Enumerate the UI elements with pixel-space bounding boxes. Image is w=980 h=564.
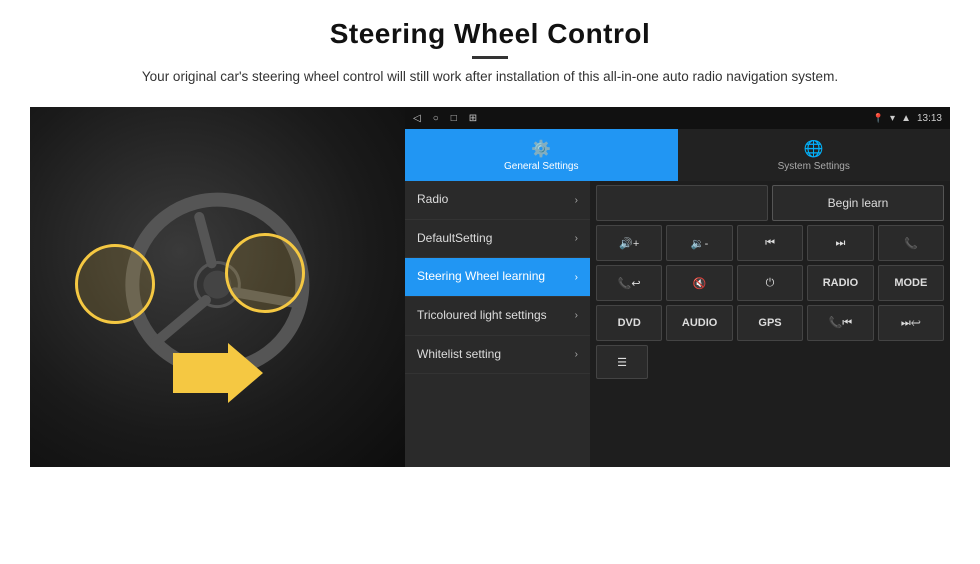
- tab-bar: ⚙️ General Settings 🌐 System Settings: [405, 129, 950, 181]
- wifi-icon: ▾: [890, 113, 895, 124]
- power-button[interactable]: ⏻: [737, 265, 803, 301]
- menu-steering-chevron: ›: [575, 272, 578, 283]
- menu-whitelist-label: Whitelist setting: [417, 347, 571, 363]
- status-bar-right: 📍 ▾ ▲ 13:13: [873, 113, 942, 124]
- menu-item-steering[interactable]: Steering Wheel learning ›: [405, 258, 590, 297]
- system-settings-icon: 🌐: [804, 139, 824, 159]
- audio-label: AUDIO: [682, 317, 717, 329]
- menu-icon-button[interactable]: ☰: [596, 345, 648, 379]
- menu-radio-label: Radio: [417, 192, 571, 208]
- menu-item-radio[interactable]: Radio ›: [405, 181, 590, 220]
- menu-tricolour-chevron: ›: [575, 310, 578, 321]
- skip-icon: ⏭↩: [901, 317, 921, 330]
- mode-button[interactable]: MODE: [878, 265, 944, 301]
- dvd-button[interactable]: DVD: [596, 305, 662, 341]
- tab-general-settings[interactable]: ⚙️ General Settings: [405, 129, 678, 181]
- phone-icon: 📞: [904, 237, 918, 250]
- control-row-1: 🔊+ 🔉- ⏮ ⏭ 📞: [596, 225, 944, 261]
- page-container: Steering Wheel Control Your original car…: [0, 0, 980, 564]
- car-image-bg: [30, 107, 405, 467]
- dvd-label: DVD: [618, 317, 641, 329]
- menu-default-label: DefaultSetting: [417, 231, 571, 247]
- left-menu: Radio › DefaultSetting › Steering Wheel …: [405, 181, 590, 467]
- back-nav-icon[interactable]: ◁: [413, 113, 421, 124]
- location-icon: 📍: [873, 113, 884, 124]
- arrow-indicator: [173, 338, 263, 413]
- highlight-circle-left: [75, 244, 155, 324]
- audio-button[interactable]: AUDIO: [666, 305, 732, 341]
- main-area: Radio › DefaultSetting › Steering Wheel …: [405, 181, 950, 467]
- next-icon: ⏭: [835, 237, 845, 250]
- menu-item-whitelist[interactable]: Whitelist setting ›: [405, 336, 590, 375]
- recent-nav-icon[interactable]: □: [451, 113, 457, 124]
- menu-radio-chevron: ›: [575, 195, 578, 206]
- radio-empty-box: [596, 185, 768, 221]
- mute-icon: 🔇: [693, 277, 707, 290]
- clock: 13:13: [917, 113, 942, 124]
- home-nav-icon[interactable]: ○: [433, 113, 439, 124]
- skip-button[interactable]: ⏭↩: [878, 305, 944, 341]
- power-icon: ⏻: [766, 277, 775, 290]
- vol-up-button[interactable]: 🔊+: [596, 225, 662, 261]
- phone-button[interactable]: 📞: [878, 225, 944, 261]
- vol-up-icon: 🔊+: [619, 237, 639, 250]
- next-track-button[interactable]: ⏭: [807, 225, 873, 261]
- tab-general-label: General Settings: [504, 161, 579, 172]
- tab-system-settings[interactable]: 🌐 System Settings: [678, 129, 951, 181]
- tab-system-label: System Settings: [778, 161, 850, 172]
- mute-button[interactable]: 🔇: [666, 265, 732, 301]
- menu-icon: ☰: [617, 356, 627, 369]
- right-controls: Begin learn 🔊+ 🔉- ⏮: [590, 181, 950, 467]
- tel-prev-button[interactable]: 📞⏮: [807, 305, 873, 341]
- menu-steering-label: Steering Wheel learning: [417, 269, 571, 285]
- menu-item-default[interactable]: DefaultSetting ›: [405, 220, 590, 259]
- answer-icon: 📞↩: [618, 277, 641, 290]
- nav-icons: ◁ ○ □ ⊞: [413, 113, 477, 124]
- answer-button[interactable]: 📞↩: [596, 265, 662, 301]
- prev-track-button[interactable]: ⏮: [737, 225, 803, 261]
- tel-prev-icon: 📞⏮: [829, 316, 853, 330]
- radio-btn[interactable]: RADIO: [807, 265, 873, 301]
- radio-row: Begin learn: [596, 185, 944, 221]
- menu-whitelist-chevron: ›: [575, 349, 578, 360]
- radio-label: RADIO: [823, 277, 858, 289]
- bottom-row: ☰: [596, 345, 944, 379]
- mode-label: MODE: [894, 277, 927, 289]
- title-section: Steering Wheel Control Your original car…: [142, 18, 838, 99]
- begin-learn-button[interactable]: Begin learn: [772, 185, 944, 221]
- signal-icon: ▲: [901, 113, 911, 124]
- page-title: Steering Wheel Control: [142, 18, 838, 50]
- vol-down-icon: 🔉-: [691, 237, 708, 250]
- grid-nav-icon[interactable]: ⊞: [469, 113, 477, 124]
- menu-tricolour-label: Tricoloured light settings: [417, 308, 571, 324]
- title-divider: [472, 56, 508, 59]
- content-area: ◁ ○ □ ⊞ 📍 ▾ ▲ 13:13 ⚙️ General Settings: [30, 107, 950, 467]
- status-bar: ◁ ○ □ ⊞ 📍 ▾ ▲ 13:13: [405, 107, 950, 129]
- control-row-2: 📞↩ 🔇 ⏻ RADIO MODE: [596, 265, 944, 301]
- subtitle: Your original car's steering wheel contr…: [142, 67, 838, 87]
- vol-down-button[interactable]: 🔉-: [666, 225, 732, 261]
- menu-item-tricolour[interactable]: Tricoloured light settings ›: [405, 297, 590, 336]
- control-row-3: DVD AUDIO GPS 📞⏮ ⏭↩: [596, 305, 944, 341]
- general-settings-icon: ⚙️: [531, 139, 551, 159]
- prev-icon: ⏮: [765, 237, 775, 250]
- car-image-section: [30, 107, 405, 467]
- android-panel: ◁ ○ □ ⊞ 📍 ▾ ▲ 13:13 ⚙️ General Settings: [405, 107, 950, 467]
- highlight-circle-right: [225, 233, 305, 313]
- gps-label: GPS: [758, 317, 781, 329]
- menu-default-chevron: ›: [575, 233, 578, 244]
- gps-button[interactable]: GPS: [737, 305, 803, 341]
